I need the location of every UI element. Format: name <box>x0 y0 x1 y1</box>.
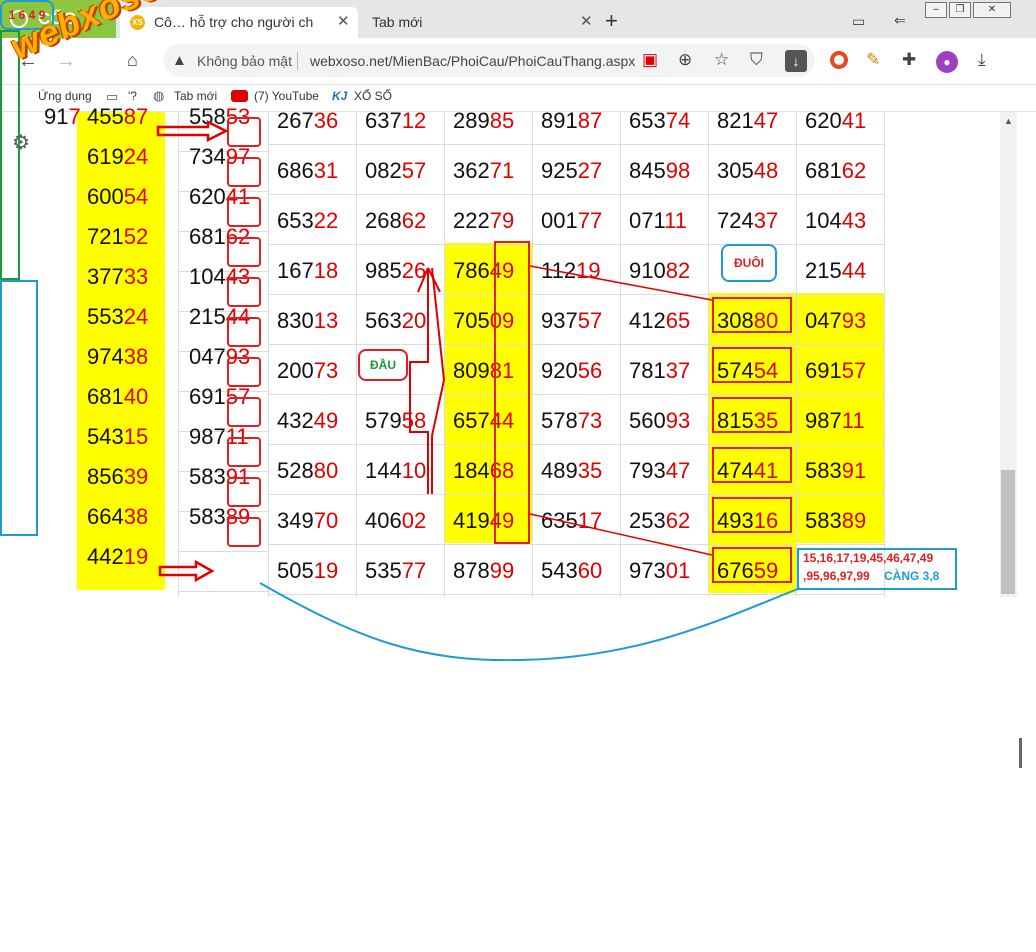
duoi-label-box: ĐUÔI <box>721 244 777 282</box>
cang-label: CÀNG 3,8 <box>884 569 940 583</box>
dau-label: ĐẦU <box>370 358 396 372</box>
duoi-label: ĐUÔI <box>734 256 764 270</box>
blue-connector-curve <box>259 582 801 662</box>
curve-layer <box>259 582 801 662</box>
dau-label-box: ĐẦU <box>358 349 408 381</box>
result-numbers-line1: 15,16,17,19,45,46,47,49 <box>803 551 934 565</box>
result-numbers-line2: ,95,96,97,99 <box>803 569 870 583</box>
